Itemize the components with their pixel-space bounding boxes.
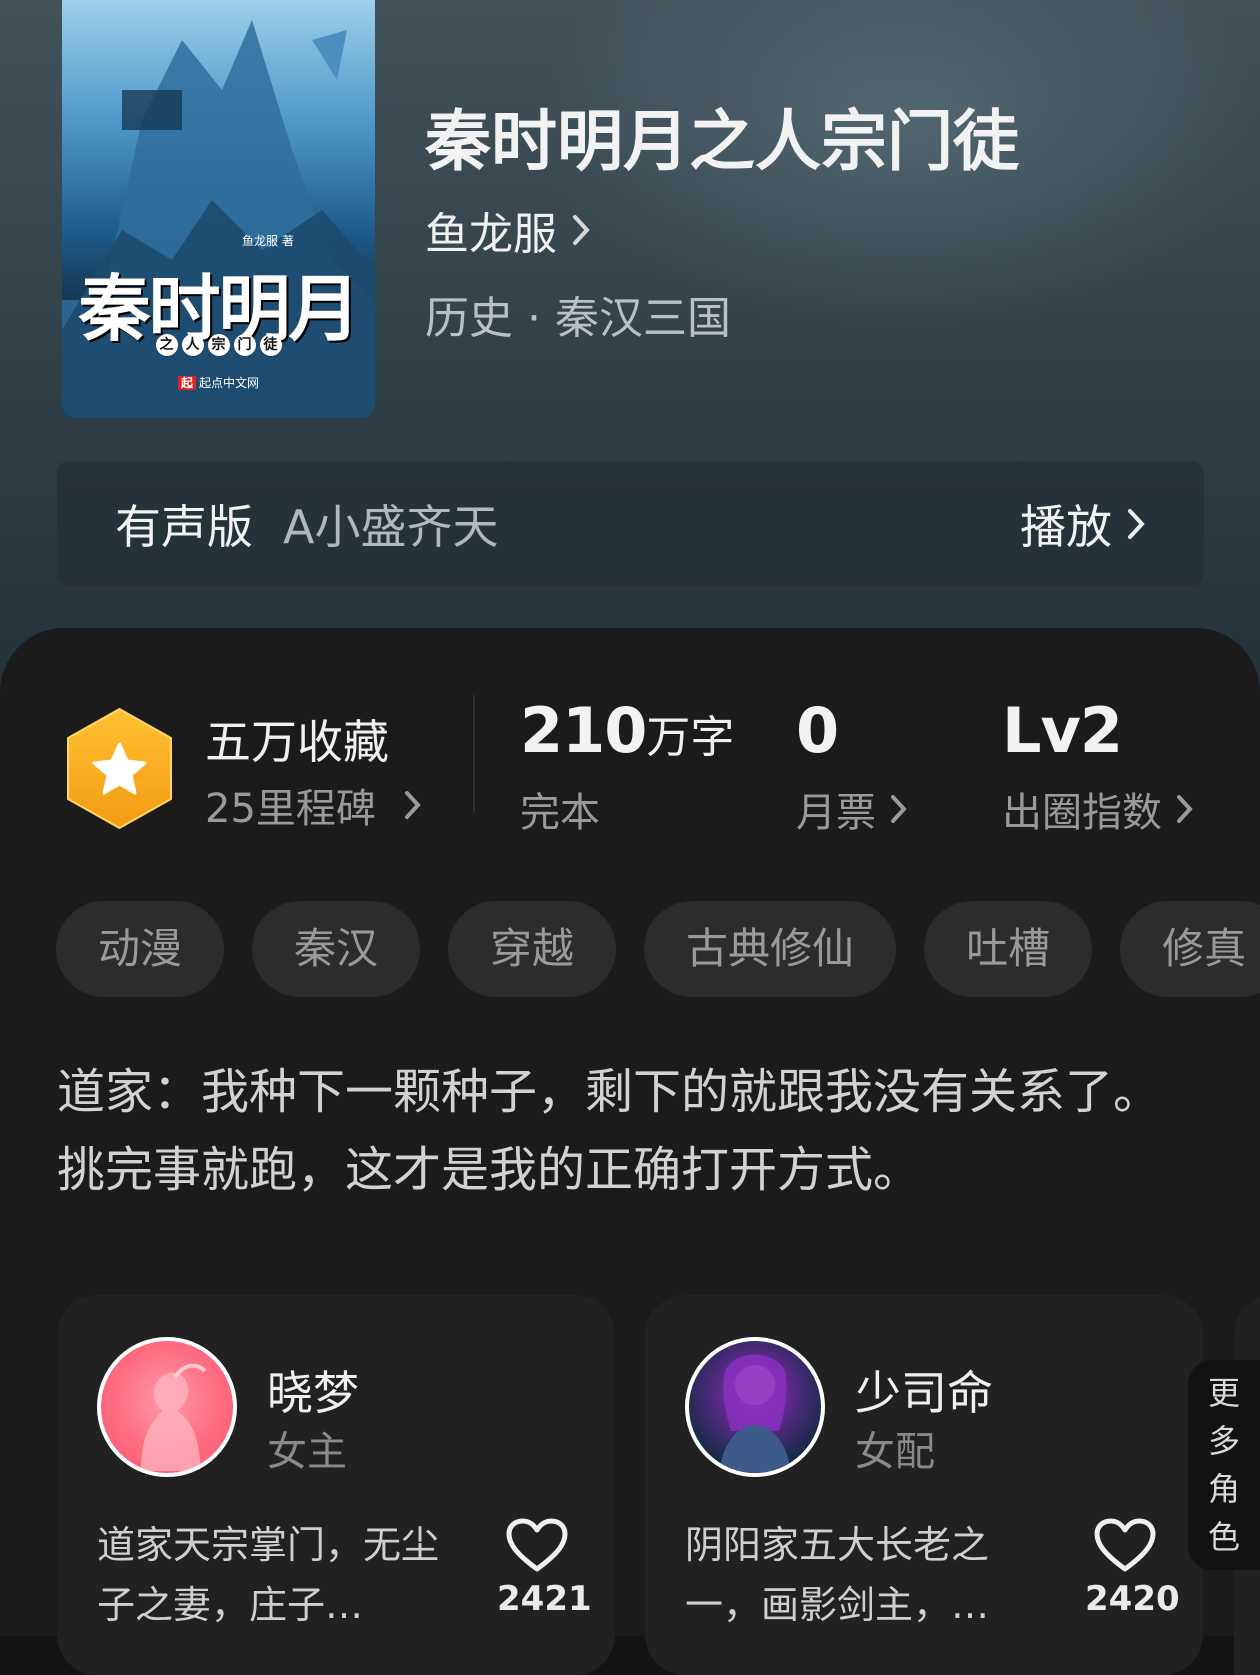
tag-chip[interactable]: 穿越 — [448, 901, 617, 997]
word-count-value: 210 — [520, 694, 647, 767]
more-characters-char: 角 — [1207, 1470, 1240, 1508]
more-characters-char: 更 — [1207, 1374, 1240, 1412]
cover-brand-text: 起点中文网 — [199, 376, 260, 390]
popularity-label: 出圈指数 — [1002, 790, 1162, 836]
chevron-right-icon — [1128, 508, 1145, 539]
stats-divider — [473, 695, 475, 813]
milestone-subtitle: 25里程碑 — [205, 786, 376, 832]
character-silhouette-icon — [141, 1363, 207, 1471]
like-button[interactable]: 2420 — [1085, 1517, 1180, 1619]
like-count: 2421 — [497, 1579, 592, 1619]
character-name: 少司命 — [855, 1366, 993, 1420]
cover-brand: 起起点中文网 — [62, 374, 375, 391]
character-portrait-icon — [719, 1354, 791, 1473]
more-characters-button[interactable]: 更 多 角 色 — [1188, 1360, 1260, 1570]
cover-subtitle-char: 徒 — [259, 334, 282, 356]
character-description: 阴阳家五大长老之一，画影剑主，… — [685, 1523, 990, 1627]
tag-chip[interactable]: 动漫 — [56, 901, 225, 997]
tag-list: 动漫 秦汉 穿越 古典修仙 吐槽 修真 — [56, 901, 1260, 997]
cover-subtitle-char: 之 — [155, 334, 178, 356]
character-role: 女主 — [267, 1429, 347, 1475]
word-count: 210万字 — [520, 694, 734, 767]
author-link[interactable]: 鱼龙服 — [425, 198, 591, 262]
monthly-votes-label: 月票 — [796, 790, 876, 836]
chevron-right-icon — [891, 795, 907, 823]
heart-icon — [1094, 1518, 1156, 1572]
milestone-badge-icon[interactable] — [63, 706, 176, 831]
avatar — [97, 1337, 237, 1477]
popularity-level[interactable]: Lv2 — [1002, 694, 1123, 767]
cover-author-credit: 鱼龙服 著 — [242, 234, 294, 248]
audio-narrator: A小盛齐天 — [283, 499, 499, 554]
monthly-votes-value[interactable]: 0 — [796, 694, 839, 767]
more-characters-char: 色 — [1207, 1518, 1240, 1556]
cover-subtitle-char: 门 — [233, 334, 256, 356]
tag-chip[interactable]: 吐槽 — [924, 901, 1093, 997]
heart-icon — [506, 1518, 568, 1572]
milestone-title[interactable]: 五万收藏 — [205, 706, 389, 772]
chevron-right-icon — [573, 215, 590, 245]
play-button[interactable]: 播放 — [1020, 491, 1146, 557]
avatar — [685, 1337, 825, 1477]
milestone-link[interactable]: 25里程碑 — [205, 776, 422, 834]
tag-chip[interactable]: 修真 — [1120, 901, 1260, 997]
character-description: 道家天宗掌门，无尘子之妻，庄子… — [97, 1523, 440, 1627]
character-name: 晓梦 — [267, 1366, 359, 1420]
play-label: 播放 — [1020, 499, 1112, 554]
author-name: 鱼龙服 — [425, 209, 557, 260]
cover-subtitle-char: 人 — [181, 334, 204, 356]
character-card[interactable]: 晓梦 女主 道家天宗掌门，无尘子之妻，庄子… 2421 — [57, 1295, 615, 1675]
like-button[interactable]: 2421 — [497, 1517, 592, 1619]
book-summary[interactable]: 道家：我种下一颗种子，剩下的就跟我没有关系了。挑完事就跑，这才是我的正确打开方式… — [57, 1053, 1207, 1209]
book-cover[interactable]: 鱼龙服 著 秦时明月 之 人 宗 门 徒 起起点中文网 — [62, 0, 375, 418]
tag-chip[interactable]: 古典修仙 — [644, 901, 897, 997]
popularity-link[interactable]: 出圈指数 — [1002, 780, 1194, 838]
book-title: 秦时明月之人宗门徒 — [425, 103, 1019, 180]
character-card[interactable]: 少司命 女配 阴阳家五大长老之一，画影剑主，… 2420 — [645, 1295, 1203, 1675]
cover-subtitle: 之 人 宗 门 徒 — [62, 334, 375, 356]
monthly-votes-link[interactable]: 月票 — [796, 780, 908, 838]
like-count: 2420 — [1085, 1579, 1180, 1619]
more-characters-char: 多 — [1207, 1422, 1240, 1460]
cover-subtitle-char: 宗 — [207, 334, 230, 356]
tag-chip[interactable]: 秦汉 — [252, 901, 421, 997]
character-role: 女配 — [855, 1429, 935, 1475]
chevron-right-icon — [1177, 795, 1193, 823]
book-genre: 历史 · 秦汉三国 — [425, 293, 731, 344]
audio-version-bar[interactable]: 有声版 A小盛齐天 播放 — [57, 461, 1204, 586]
completion-status: 完本 — [520, 790, 600, 836]
word-count-unit: 万字 — [646, 712, 735, 763]
audio-label: 有声版 — [115, 499, 253, 554]
chevron-right-icon — [404, 791, 421, 819]
